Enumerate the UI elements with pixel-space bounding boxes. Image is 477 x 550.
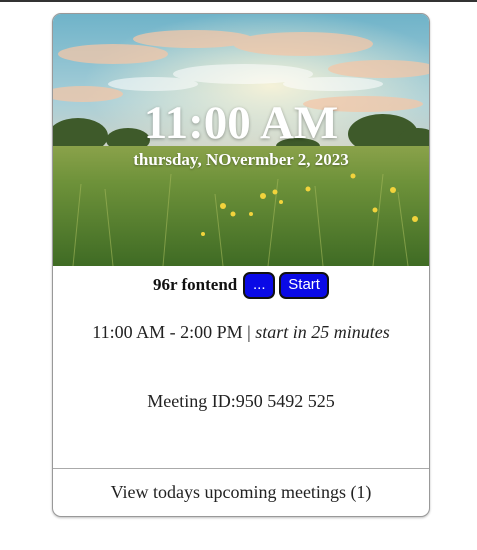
upcoming-meetings-link[interactable]: View todays upcoming meetings (1) <box>53 482 429 503</box>
background-image: 11:00 AM thursday, NOvermber 2, 2023 <box>53 14 429 266</box>
divider <box>53 468 429 469</box>
separator: | <box>242 322 256 342</box>
start-meeting-button[interactable]: Start <box>279 271 329 299</box>
clock-time: 11:00 AM <box>143 97 339 149</box>
meeting-card: 11:00 AM thursday, NOvermber 2, 2023 96r… <box>52 13 430 517</box>
clock-date: thursday, NOvermber 2, 2023 <box>133 150 349 169</box>
meeting-title-row: 96r fontend ... Start <box>53 270 429 300</box>
meeting-id: Meeting ID:950 5492 525 <box>147 391 335 411</box>
meeting-time-range: 11:00 AM - 2:00 PM | start in 25 minutes <box>53 322 429 343</box>
meeting-name: 96r fontend <box>153 275 238 294</box>
time-range-text: 11:00 AM - 2:00 PM <box>92 322 243 342</box>
window-top-border <box>0 0 477 2</box>
starts-in-text: start in 25 minutes <box>255 322 390 342</box>
more-options-button[interactable]: ... <box>243 271 276 299</box>
